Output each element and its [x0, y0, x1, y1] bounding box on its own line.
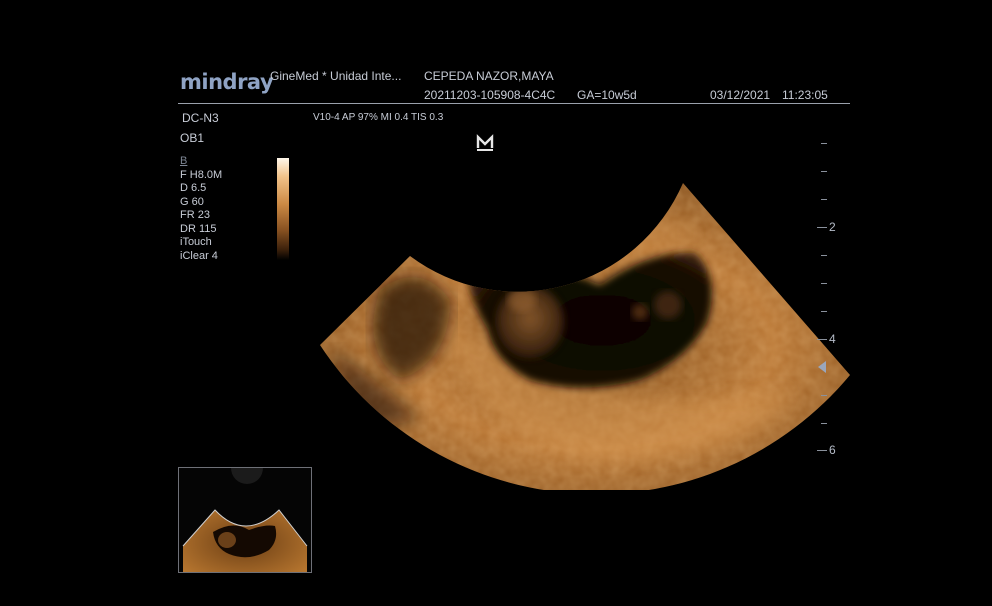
ultrasound-image: [320, 183, 850, 490]
depth-tick: [821, 143, 827, 144]
depth-tick: [821, 283, 827, 284]
depth-tick-major: [817, 450, 827, 451]
depth-tick: [821, 311, 827, 312]
depth-label-4: 4: [829, 332, 836, 346]
thumbnail-preview[interactable]: [178, 467, 312, 573]
depth-tick: [821, 395, 827, 396]
depth-tick-major: [817, 339, 827, 340]
depth-tick: [821, 255, 827, 256]
depth-label-2: 2: [829, 220, 836, 234]
focus-position-icon[interactable]: [818, 361, 826, 373]
depth-label-6: 6: [829, 443, 836, 457]
depth-tick: [821, 199, 827, 200]
depth-tick: [821, 423, 827, 424]
depth-tick: [821, 171, 827, 172]
ultrasound-screen: mindray GineMed * Unidad Inte... CEPEDA …: [0, 0, 992, 606]
depth-tick-major: [817, 227, 827, 228]
